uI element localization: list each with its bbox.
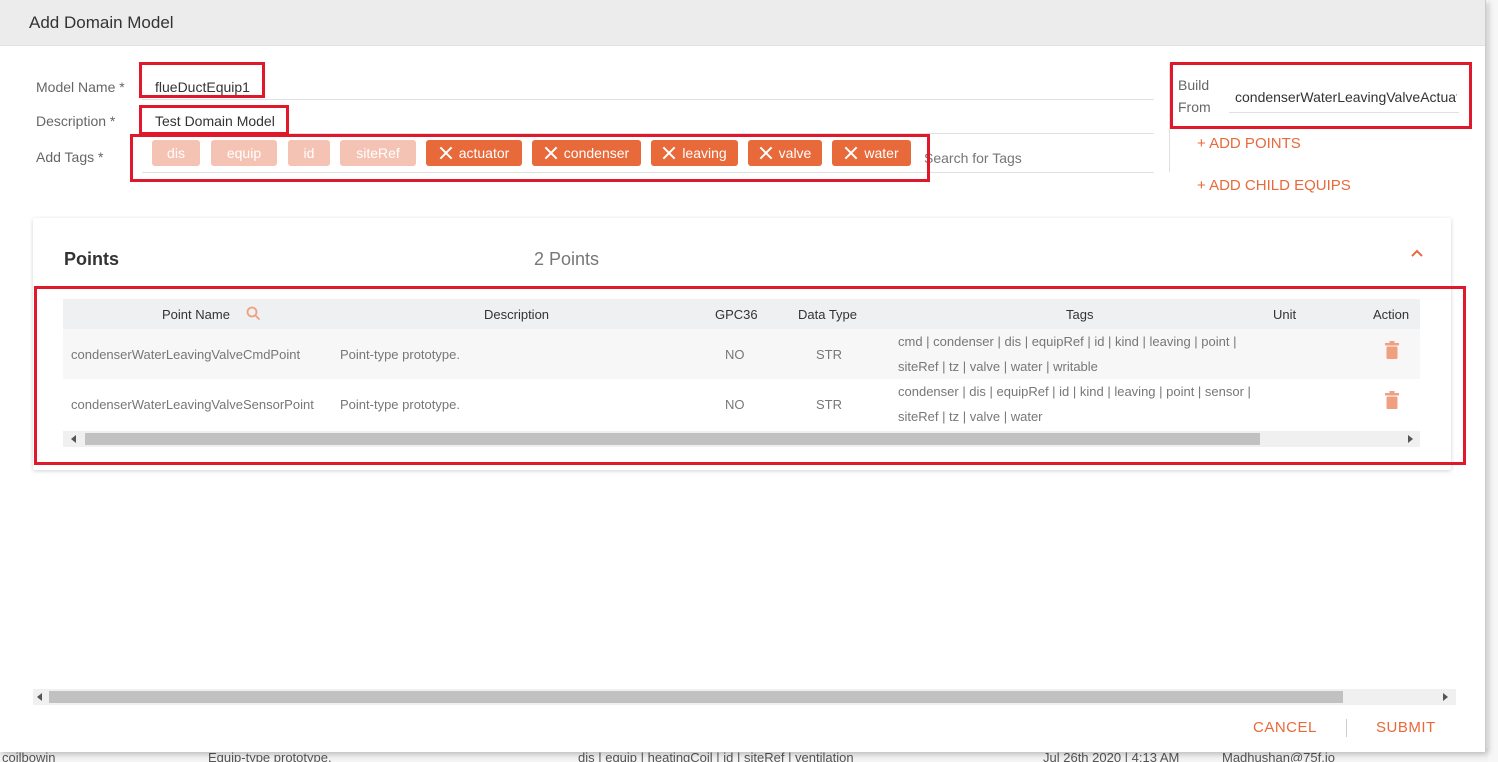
model-name-label: Model Name * — [36, 79, 125, 95]
page: coilbowin Equip-type prototype. dis | eq… — [0, 0, 1498, 762]
build-from-highlight — [1170, 62, 1472, 129]
dialog-title: Add Domain Model — [29, 13, 174, 32]
dialog-horizontal-scrollbar[interactable] — [33, 689, 1456, 705]
dialog-header: Add Domain Model — [0, 0, 1485, 46]
add-tags-label: Add Tags * — [36, 149, 104, 165]
chevron-up-icon[interactable] — [1410, 246, 1424, 260]
points-title: Points — [64, 249, 120, 269]
tag-search-input[interactable] — [924, 150, 1144, 166]
scroll-left-icon[interactable] — [37, 693, 42, 701]
model-name-underline — [142, 99, 1154, 100]
add-domain-model-dialog: Add Domain Model Model Name * flueDuctEq… — [0, 0, 1486, 752]
footer-divider — [1346, 719, 1347, 737]
description-highlight — [139, 105, 289, 135]
cancel-button[interactable]: CANCEL — [1253, 719, 1317, 736]
points-count: 2 Points — [534, 249, 600, 269]
add-child-equips-link[interactable]: + ADD CHILD EQUIPS — [1197, 177, 1351, 194]
points-table-highlight — [34, 286, 1466, 465]
add-points-link[interactable]: + ADD POINTS — [1197, 135, 1301, 152]
submit-button[interactable]: SUBMIT — [1376, 719, 1436, 736]
model-name-highlight — [139, 62, 265, 98]
tags-highlight — [130, 134, 930, 182]
scroll-right-icon[interactable] — [1443, 693, 1448, 701]
scrollbar-thumb[interactable] — [49, 691, 1343, 703]
description-label: Description * — [36, 113, 116, 129]
page-scrollbar[interactable] — [1488, 0, 1498, 762]
